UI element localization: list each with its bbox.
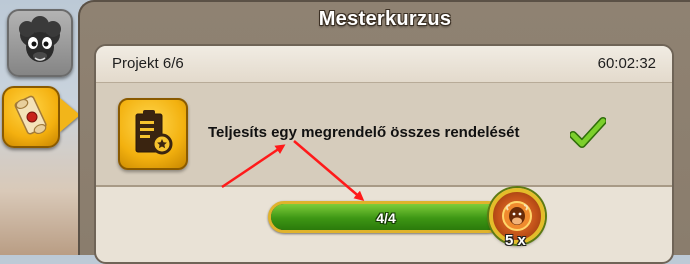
progress-bar: 4/4	[268, 201, 504, 233]
sheep-avatar-icon	[19, 16, 61, 62]
master-course-panel: Mesterkurzus Projekt 6/6 60:02:32 Teljes…	[78, 0, 690, 264]
task-row: Teljesíts egy megrendelő összes rendelés…	[96, 83, 672, 187]
project-header: Projekt 6/6 60:02:32	[96, 46, 672, 83]
task-icon-tile	[118, 98, 188, 170]
reward-count: 5 x	[505, 232, 526, 249]
scroll-icon	[14, 95, 47, 135]
active-selection-arrow-icon	[60, 98, 80, 132]
task-description: Teljesíts egy megrendelő összes rendelés…	[208, 124, 520, 141]
certificate-icon	[135, 110, 173, 155]
project-label: Projekt 6/6	[112, 55, 184, 72]
check-icon	[570, 117, 606, 148]
avatar-button[interactable]	[7, 9, 73, 77]
countdown-timer: 60:02:32	[597, 55, 656, 72]
project-card: Projekt 6/6 60:02:32 Teljesíts egy megre…	[94, 44, 674, 264]
cow-medal-icon	[502, 201, 532, 231]
progress-text: 4/4	[376, 210, 396, 226]
panel-title: Mesterkurzus	[318, 8, 452, 30]
quest-scroll-button[interactable]	[2, 86, 60, 148]
